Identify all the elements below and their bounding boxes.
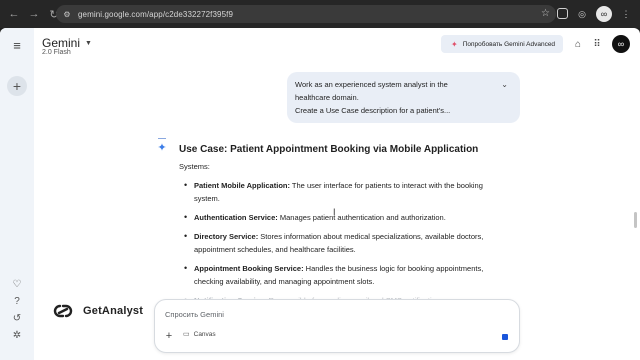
site-info-icon[interactable]: ⚙: [62, 9, 72, 19]
profile-icon[interactable]: ∞: [596, 6, 612, 22]
prompt-composer[interactable]: Спросить Gemini + ▭ Canvas: [154, 299, 520, 353]
canvas-icon: ▭: [183, 331, 190, 338]
app-title: Gemini: [42, 36, 81, 50]
item-term: Patient Mobile Application:: [194, 181, 290, 190]
canvas-button[interactable]: ▭ Canvas: [183, 330, 216, 339]
model-selector[interactable]: Gemini ▼: [42, 36, 92, 50]
nav-buttons: ← → ↻: [6, 6, 62, 22]
account-avatar[interactable]: ∞: [612, 35, 630, 53]
sidebar-rail: ≡ + ♡ ? ↺ ✲: [0, 28, 34, 360]
list-item: Authentication Service: Manages patient …: [183, 211, 501, 224]
prompt-input[interactable]: Спросить Gemini: [165, 310, 224, 319]
user-prompt-line: healthcare domain.: [295, 93, 359, 102]
sparkle-icon: ✦: [451, 39, 458, 49]
shield-icon[interactable]: ◎: [574, 6, 590, 22]
stop-icon: [502, 334, 508, 340]
canvas-label: Canvas: [193, 330, 216, 338]
browser-chrome: ← → ↻ ⚙ gemini.google.com/app/c2de332272…: [0, 0, 640, 28]
try-advanced-button[interactable]: ✦ Попробовать Gemini Advanced: [441, 35, 563, 53]
apps-grid-icon[interactable]: ⠿: [590, 37, 604, 51]
gift-icon[interactable]: ⌂: [571, 37, 585, 51]
watermark: GetAnalyst: [51, 299, 143, 323]
user-prompt-line: Create a Use Case description for a pati…: [295, 106, 451, 115]
gemini-sparkle-icon: ✦: [157, 141, 167, 154]
systems-list: Patient Mobile Application: The user int…: [183, 179, 501, 313]
stop-button[interactable]: [500, 332, 510, 342]
gem-icon[interactable]: ♡: [11, 278, 23, 290]
text-cursor-icon: I: [333, 207, 336, 217]
extension-icon[interactable]: [557, 8, 568, 19]
browser-actions: ◎ ∞ ⋮: [557, 6, 634, 22]
settings-icon[interactable]: ✲: [11, 329, 23, 341]
gemini-app: ≡ + ♡ ? ↺ ✲ Gemini ▼ 2.0 Flash ✦ Попробов…: [0, 28, 640, 360]
address-bar[interactable]: ⚙ gemini.google.com/app/c2de332272f395f9…: [56, 5, 556, 23]
try-advanced-label: Попробовать Gemini Advanced: [462, 40, 556, 48]
chevron-down-icon: ▼: [85, 40, 92, 47]
list-item: Directory Service: Stores information ab…: [183, 230, 501, 256]
user-prompt-line: Work as an experienced system analyst in…: [295, 80, 448, 89]
hamburger-menu-icon[interactable]: ≡: [10, 38, 24, 53]
getanalyst-logo-icon: [53, 304, 73, 318]
response-title: Use Case: Patient Appointment Booking vi…: [179, 144, 479, 155]
systems-label: Systems:: [179, 162, 210, 171]
item-term: Authentication Service:: [194, 213, 278, 222]
forward-icon[interactable]: →: [26, 6, 42, 22]
help-icon[interactable]: ?: [11, 295, 23, 307]
item-term: Appointment Booking Service:: [194, 264, 304, 273]
item-term: Directory Service:: [194, 232, 259, 241]
url-text: gemini.google.com/app/c2de332272f395f9: [78, 9, 234, 19]
watermark-text: GetAnalyst: [83, 305, 144, 317]
user-prompt-bubble: Work as an experienced system analyst in…: [287, 72, 520, 123]
bookmark-star-icon[interactable]: ☆: [541, 8, 550, 19]
item-desc: Manages patient authentication and autho…: [277, 213, 446, 222]
list-item: Patient Mobile Application: The user int…: [183, 179, 501, 205]
menu-icon[interactable]: ⋮: [618, 6, 634, 22]
activity-icon[interactable]: ↺: [11, 312, 23, 324]
list-item: Appointment Booking Service: Handles the…: [183, 262, 501, 288]
response-progress-bar: [158, 138, 166, 139]
add-attachment-button[interactable]: +: [164, 330, 174, 342]
scrollbar[interactable]: [634, 212, 637, 228]
new-chat-button[interactable]: +: [7, 76, 27, 96]
model-version: 2.0 Flash: [42, 49, 71, 56]
back-icon[interactable]: ←: [6, 6, 22, 22]
expand-chevron-icon[interactable]: ⌄: [501, 80, 508, 89]
